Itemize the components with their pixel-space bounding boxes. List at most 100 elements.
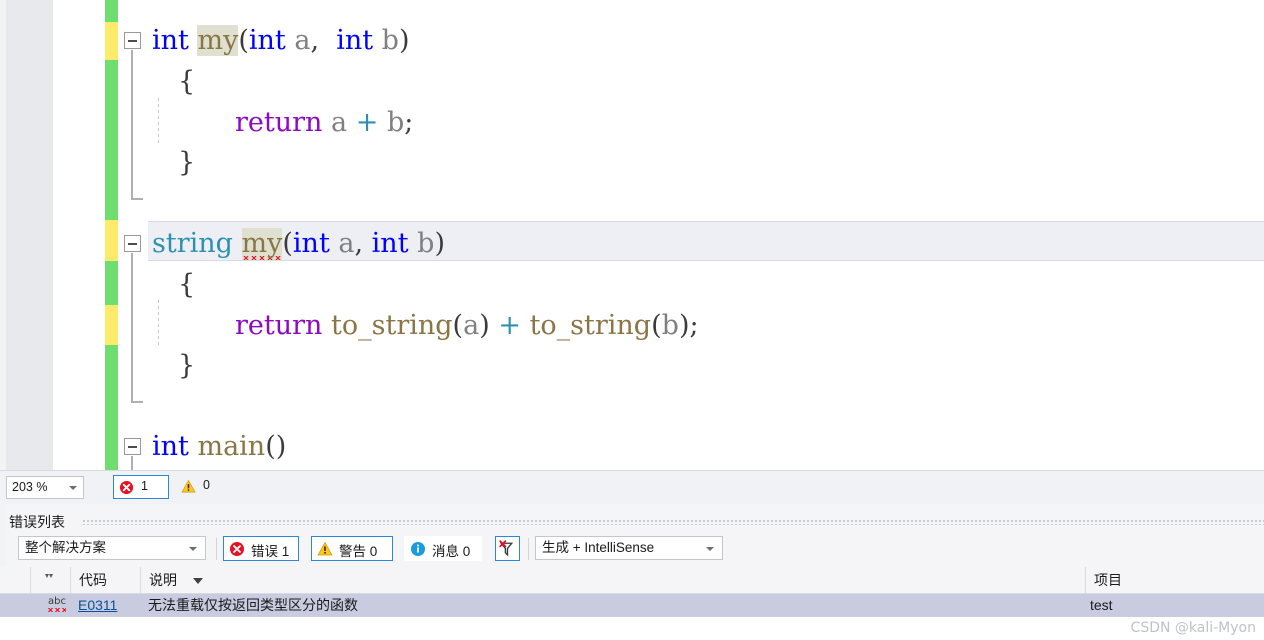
visual-studio-window: int my(int a, int b) { return a + b;} strin…: [0, 0, 1264, 640]
toolbar-separator: [528, 538, 529, 560]
code-token: return: [235, 310, 323, 341]
fold-region-end: [131, 401, 143, 403]
code-token: string: [152, 228, 233, 259]
code-token: ,: [310, 25, 337, 56]
code-token: return: [235, 107, 323, 138]
fold-region-end: [131, 198, 143, 200]
toggle-errors-label: 错误 1: [251, 544, 290, 559]
column-header-description-label: 说明: [149, 572, 177, 588]
column-header-code[interactable]: 代码: [70, 567, 140, 593]
code-token: b: [417, 228, 435, 259]
code-line[interactable]: int my(int a, int b): [152, 20, 410, 61]
code-line[interactable]: return to_string(a) + to_string(b);: [235, 305, 699, 346]
code-line[interactable]: int main(): [152, 426, 286, 467]
code-text-surface[interactable]: int my(int a, int b) { return a + b;} strin…: [118, 0, 1264, 470]
code-token: ;: [404, 107, 414, 138]
code-token: ): [479, 310, 490, 341]
code-token: my: [197, 25, 239, 56]
error-list-empty-area: [0, 617, 1264, 640]
code-token: int: [292, 228, 330, 259]
info-icon: [410, 541, 426, 562]
code-token: ): [434, 228, 445, 259]
indent-guide: [158, 300, 159, 346]
intellisense-error-squiggle: [47, 608, 66, 612]
code-token: ): [398, 25, 410, 56]
cell-code[interactable]: E0311: [78, 594, 117, 617]
code-token: (: [238, 25, 249, 56]
code-token: (): [265, 431, 287, 462]
table-row[interactable]: E0311 无法重载仅按返回类型区分的函数 test: [0, 594, 1264, 617]
code-token: ,: [354, 228, 372, 259]
zoom-level-combobox[interactable]: 203 %: [6, 476, 84, 499]
code-token: ;: [689, 310, 699, 341]
code-line[interactable]: }: [178, 142, 195, 183]
suppression-state-icon: [45, 574, 53, 578]
change-bar-green: [105, 261, 118, 305]
change-bar-green: [105, 0, 118, 22]
column-header-state[interactable]: [30, 567, 70, 593]
toggle-messages-button[interactable]: 消息 0: [404, 536, 482, 561]
status-warning-count-button[interactable]: 0: [176, 475, 224, 499]
code-line[interactable]: {: [178, 61, 195, 102]
status-error-count-button[interactable]: 1: [113, 475, 169, 499]
build-filter-combobox[interactable]: 生成 + IntelliSense: [535, 536, 723, 560]
error-icon: [119, 480, 134, 500]
fold-region-line: [131, 456, 133, 470]
change-bar-green: [105, 345, 118, 470]
editor-status-bar: 203 % 1 0 ←: [0, 470, 1264, 504]
intellisense-error-icon: abc: [48, 596, 66, 607]
toggle-warnings-button[interactable]: 警告 0: [311, 536, 393, 561]
column-header-project[interactable]: 项目: [1085, 567, 1264, 593]
error-code-link[interactable]: E0311: [78, 597, 117, 613]
code-line[interactable]: return a + b;: [235, 102, 413, 143]
fold-collapse-icon[interactable]: [124, 32, 141, 49]
code-token: b: [386, 107, 405, 138]
chevron-down-icon: [69, 486, 77, 490]
code-line[interactable]: string my(int a, int b): [152, 223, 445, 264]
scope-filter-value: 整个解决方案: [25, 540, 106, 555]
column-header-description[interactable]: 说明: [140, 567, 1085, 593]
cell-description: 无法重载仅按返回类型区分的函数: [148, 597, 358, 613]
code-token: to_string: [331, 310, 453, 341]
code-token: my: [241, 228, 283, 259]
code-token: {: [178, 66, 196, 97]
clear-filter-icon: [499, 540, 514, 557]
code-token: a: [294, 25, 311, 56]
change-bar-column: [105, 0, 118, 470]
code-token: to_string: [529, 310, 652, 341]
toggle-messages-label: 消息 0: [432, 544, 471, 559]
watermark: CSDN @kali-Myon: [1130, 620, 1256, 636]
code-token: (: [651, 310, 662, 341]
code-line[interactable]: }: [178, 345, 195, 386]
code-token: int: [152, 431, 189, 462]
toggle-errors-button[interactable]: 错误 1: [223, 536, 299, 561]
code-line[interactable]: {: [178, 264, 195, 305]
code-token: b: [381, 25, 399, 56]
status-error-count: 1: [141, 479, 148, 493]
change-bar-green: [105, 60, 118, 220]
code-token: }: [178, 350, 196, 381]
code-token: }: [178, 147, 196, 178]
code-token: a: [338, 228, 355, 259]
editor-gutter: [53, 0, 105, 470]
code-editor[interactable]: int my(int a, int b) { return a + b;} strin…: [0, 0, 1264, 470]
clear-filter-button[interactable]: [495, 536, 520, 561]
code-token: b: [661, 310, 679, 341]
fold-collapse-icon[interactable]: [124, 235, 141, 252]
fold-region-line: [131, 253, 133, 401]
scope-filter-combobox[interactable]: 整个解决方案: [18, 536, 206, 560]
error-list-header: 代码 说明 项目: [0, 567, 1264, 594]
fold-collapse-icon[interactable]: [124, 438, 141, 455]
warning-icon: [181, 479, 196, 499]
toolbar-separator: [216, 538, 217, 560]
cell-project: test: [1090, 597, 1113, 613]
indent-guide: [158, 98, 159, 144]
